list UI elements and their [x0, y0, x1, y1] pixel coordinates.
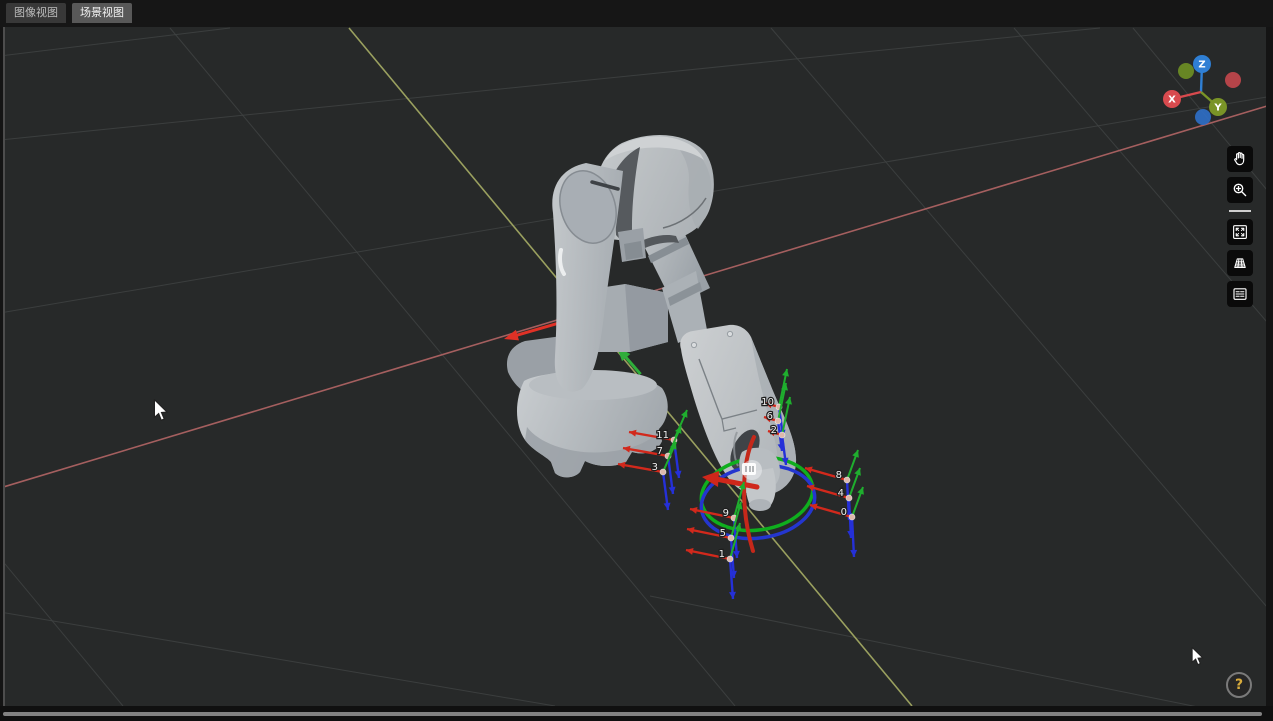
hand-icon: [1231, 150, 1249, 168]
waypoint-label: 2: [771, 425, 777, 436]
end-effector-label: [742, 463, 756, 475]
view-tab-bar: 图像视图 场景视图: [0, 0, 1273, 27]
gizmo-axis-label: X: [1168, 95, 1176, 106]
waypoint-label: 5: [720, 528, 726, 539]
3d-viewport[interactable]: 11 7 3 9 5 1 10 6 2 8 4 0 Z X Y: [0, 0, 1273, 721]
waypoint-label: 8: [836, 470, 842, 481]
gizmo-negative-axis-ball[interactable]: [1225, 72, 1241, 88]
viewport-left-border: [3, 27, 5, 706]
waypoint-label: 3: [652, 462, 658, 473]
gizmo-axis-label: Y: [1213, 103, 1222, 114]
waypoint-label: 9: [723, 508, 729, 519]
gizmo-negative-axis-ball[interactable]: [1195, 109, 1211, 125]
waypoint-label: 6: [767, 411, 773, 422]
tab-image-view[interactable]: 图像视图: [6, 3, 66, 23]
pan-tool-button[interactable]: [1227, 146, 1253, 172]
waypoint-label: 10: [761, 397, 774, 408]
help-button[interactable]: ?: [1226, 672, 1252, 698]
waypoint-label: 4: [838, 488, 844, 499]
display-list-button[interactable]: [1227, 281, 1253, 307]
waypoint-dot: [843, 476, 851, 484]
waypoint-label: 1: [719, 549, 725, 560]
fit-view-button[interactable]: [1227, 219, 1253, 245]
ground-grid-button[interactable]: [1227, 250, 1253, 276]
fit-view-icon: [1231, 223, 1249, 241]
viewport-toolbar: [1227, 146, 1253, 312]
waypoint-dot: [845, 494, 853, 502]
tab-scene-view[interactable]: 场景视图: [72, 3, 132, 23]
waypoint-dot: [774, 417, 782, 425]
waypoint-dot: [659, 468, 667, 476]
zoom-tool-button[interactable]: [1227, 177, 1253, 203]
waypoint-dot: [726, 555, 734, 563]
gizmo-negative-axis-ball[interactable]: [1178, 63, 1194, 79]
waypoint-label: 7: [657, 446, 663, 457]
waypoint-dot: [727, 534, 735, 542]
waypoint-label: 11: [656, 430, 669, 441]
window-resize-bar[interactable]: [3, 712, 1262, 716]
waypoint-dot: [848, 513, 856, 521]
zoom-in-icon: [1231, 181, 1249, 199]
gizmo-axis-label: Z: [1198, 60, 1205, 71]
app-window: 11 7 3 9 5 1 10 6 2 8 4 0 Z X Y 图像视图 场景视图: [0, 0, 1273, 721]
question-mark-icon: ?: [1234, 677, 1244, 693]
waypoint-dot: [778, 431, 786, 439]
ground-grid-icon: [1231, 254, 1249, 272]
display-list-icon: [1231, 285, 1249, 303]
toolbar-divider: [1229, 210, 1251, 212]
waypoint-label: 0: [841, 507, 847, 518]
